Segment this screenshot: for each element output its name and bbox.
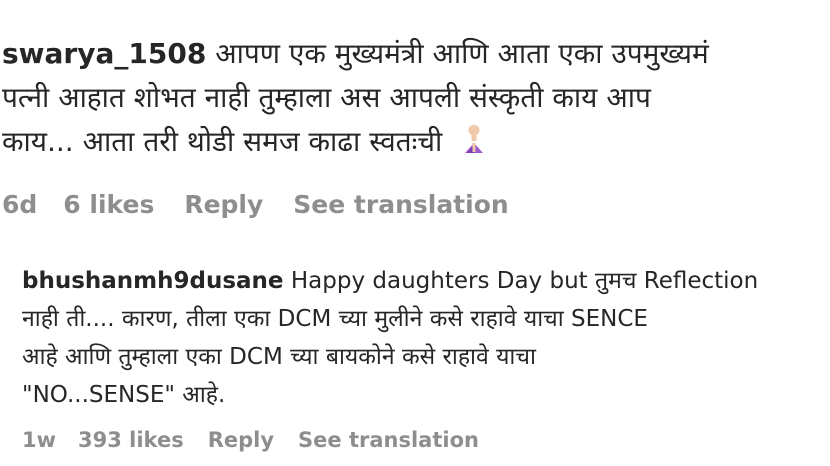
comment-line: bhushanmh9dusane Happy daughters Day but… (22, 262, 827, 300)
reply-button[interactable]: Reply (208, 428, 274, 452)
comment-body: bhushanmh9dusane Happy daughters Day but… (22, 262, 827, 414)
likes-count[interactable]: 393 likes (78, 428, 184, 452)
person-bowing-icon (461, 123, 487, 155)
comment-text: Happy daughters Day but तुमच Reflection (290, 268, 759, 294)
comment-text: आपण एक मुख्यमंत्री आणि आता एका उपमुख्यमं (215, 37, 709, 70)
see-translation-button[interactable]: See translation (298, 428, 479, 452)
comment-text: काय... आता तरी थोडी समज काढा स्वतःची (2, 125, 443, 158)
comment-swarya: swarya_1508 आपण एक मुख्यमंत्री आणि आता ए… (0, 0, 830, 232)
see-translation-button[interactable]: See translation (293, 190, 508, 219)
comment-username[interactable]: bhushanmh9dusane (22, 268, 284, 294)
comment-line: "NO...SENSE" आहे. (22, 382, 226, 408)
comment-meta: 1w 393 likes Reply See translation (22, 428, 503, 452)
comment-line: आहे आणि तुम्हाला एका DCM च्या बायकोने कस… (22, 344, 536, 370)
comment-body: swarya_1508 आपण एक मुख्यमंत्री आणि आता ए… (2, 32, 830, 164)
comment-line: नाही ती.... कारण, तीला एका DCM च्या मुली… (22, 306, 648, 332)
comment-age: 6d (2, 190, 38, 219)
likes-count[interactable]: 6 likes (63, 190, 154, 219)
comment-meta: 6d 6 likes Reply See translation (2, 190, 539, 219)
comment-line: swarya_1508 आपण एक मुख्यमंत्री आणि आता ए… (2, 32, 830, 76)
comment-username[interactable]: swarya_1508 (2, 37, 206, 70)
reply-button[interactable]: Reply (184, 190, 263, 219)
comment-bhushan: bhushanmh9dusane Happy daughters Day but… (0, 232, 830, 466)
comment-line: काय... आता तरी थोडी समज काढा स्वतःची (2, 120, 830, 164)
comment-age: 1w (22, 428, 57, 452)
comment-line: पत्नी आहात शोभत नाही तुम्हाला अस आपली सं… (2, 81, 651, 114)
